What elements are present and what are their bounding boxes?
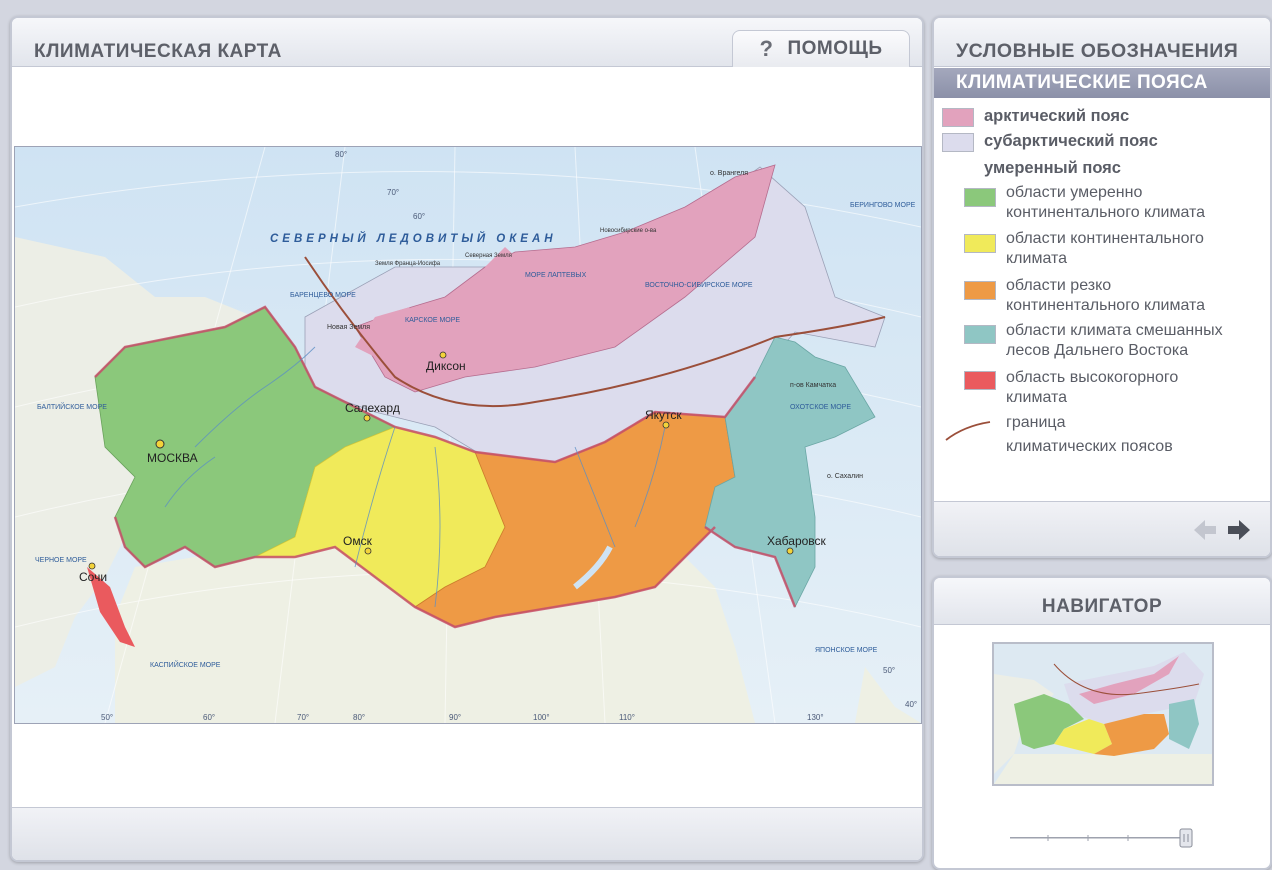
help-label: ПОМОЩЬ [787, 38, 883, 59]
legend-highland: область высокогорного климата [1006, 368, 1178, 408]
swatch-subarctic [942, 133, 974, 152]
swatch-sharply-continental [964, 281, 996, 300]
climate-map[interactable]: СЕВЕРНЫЙ ЛЕДОВИТЫЙ ОКЕАН БАРЕНЦЕВО МОРЕ … [14, 146, 922, 724]
navigator-header: НАВИГАТОР [934, 578, 1270, 625]
swatch-highland [964, 371, 996, 390]
lon-label: 50° [101, 713, 113, 722]
legend-continental: области континентального климата [1006, 229, 1204, 269]
legend-line: климата [1006, 389, 1068, 406]
legend-panel: УСЛОВНЫЕ ОБОЗНАЧЕНИЯ КЛИМАТИЧЕСКИЕ ПОЯСА… [932, 16, 1272, 558]
city-label: Якутск [645, 408, 682, 422]
island-severnaya-zemlya: Северная Земля [465, 253, 512, 259]
legend-far-east: области климата смешанных лесов Дальнего… [1006, 321, 1223, 361]
legend-line: области континентального [1006, 230, 1204, 247]
sea-label-barents: БАРЕНЦЕВО МОРЕ [290, 292, 356, 299]
map-panel-footer [12, 807, 922, 860]
island-novaya-zemlya: Новая Земля [327, 324, 370, 331]
lon-label: 100° [533, 713, 550, 722]
legend-line: лесов Дальнего Востока [1006, 342, 1189, 359]
climate-belts-title: КЛИМАТИЧЕСКИЕ ПОЯСА [934, 68, 1270, 98]
climate-map-panel: КЛИМАТИЧЕСКАЯ КАРТА ? ПОМОЩЬ СЕВЕРНЫЙ ЛЕ… [10, 16, 924, 862]
question-icon: ? [759, 36, 774, 61]
panel-title: КЛИМАТИЧЕСКАЯ КАРТА [34, 41, 282, 62]
lon-label: 130° [807, 713, 824, 722]
navigator-panel: НАВИГАТОР [932, 576, 1272, 870]
legend-line: климата [1006, 250, 1068, 267]
legend-line: континентального климата [1006, 204, 1206, 221]
island-wrangel: о. Врангеля [710, 170, 748, 177]
map-panel-header: КЛИМАТИЧЕСКАЯ КАРТА ? ПОМОЩЬ [12, 18, 922, 67]
lat-label: 70° [387, 188, 399, 197]
island-franz-josef: Земля Франца-Иосифа [375, 261, 441, 267]
legend-header: УСЛОВНЫЕ ОБОЗНАЧЕНИЯ [934, 18, 1270, 67]
lon-label: 90° [449, 713, 461, 722]
legend-line: климатических поясов [1006, 438, 1173, 455]
legend-footer [934, 501, 1270, 556]
swatch-arctic [942, 108, 974, 127]
sea-label-bering: БЕРИНГОВО МОРЕ [850, 202, 916, 209]
legend-line: области умеренно [1006, 184, 1143, 201]
sea-label-black: ЧЕРНОЕ МОРЕ [35, 557, 87, 564]
sea-label-kara: КАРСКОЕ МОРЕ [405, 317, 460, 324]
legend-sharply-continental: области резко континентального климата [1006, 276, 1205, 316]
legend-line: области климата смешанных [1006, 322, 1223, 339]
sea-label-baltic: БАЛТИЙСКОЕ МОРЕ [37, 402, 107, 411]
legend-temperate-moderate: области умеренно континентального климат… [1006, 183, 1205, 223]
sea-label-laptev: МОРЕ ЛАПТЕВЫХ [525, 272, 587, 279]
zoom-slider-icon [1010, 828, 1193, 848]
lat-label: 40° [905, 700, 917, 709]
legend-subarctic: субарктический пояс [984, 132, 1158, 150]
arrow-right-icon[interactable] [1226, 518, 1252, 542]
zoom-slider[interactable] [1008, 828, 1198, 848]
legend-temperate: умеренный пояс [984, 159, 1121, 177]
swatch-continental [964, 234, 996, 253]
lon-label: 60° [203, 713, 215, 722]
city-label: Диксон [426, 359, 466, 373]
city-label: Сочи [79, 570, 107, 584]
lon-label: 80° [353, 713, 365, 722]
swatch-temperate-moderate [964, 188, 996, 207]
boundary-line-swatch [945, 421, 991, 441]
thumbnail-map [994, 644, 1212, 784]
navigator-thumbnail[interactable] [992, 642, 1214, 786]
legend-line: область высокогорного [1006, 369, 1179, 386]
sea-label-east-siberian: ВОСТОЧНО-СИБИРСКОЕ МОРЕ [645, 282, 753, 289]
lat-label: 80° [335, 150, 347, 159]
legend-boundary: граница климатических поясов [1006, 413, 1173, 457]
navigator-title: НАВИГАТОР [1041, 596, 1163, 617]
city-label: Омск [343, 534, 373, 548]
city-label: Салехард [345, 401, 400, 415]
sea-label-caspian: КАСПИЙСКОЕ МОРЕ [150, 660, 221, 669]
city-label: МОСКВА [147, 451, 198, 465]
legend-line: области резко [1006, 277, 1112, 294]
help-button[interactable]: ? ПОМОЩЬ [732, 30, 910, 67]
map-svg: СЕВЕРНЫЙ ЛЕДОВИТЫЙ ОКЕАН БАРЕНЦЕВО МОРЕ … [14, 146, 922, 724]
island-novosibirsk: Новосибирские о-ва [600, 228, 657, 234]
lat-label: 50° [883, 666, 895, 675]
island-sakhalin: о. Сахалин [827, 473, 863, 480]
legend-line: континентального климата [1006, 297, 1206, 314]
lon-label: 70° [297, 713, 309, 722]
arrow-left-icon[interactable] [1192, 518, 1218, 542]
swatch-far-east [964, 325, 996, 344]
ocean-label: СЕВЕРНЫЙ ЛЕДОВИТЫЙ ОКЕАН [270, 232, 557, 245]
legend-title: УСЛОВНЫЕ ОБОЗНАЧЕНИЯ [956, 40, 1239, 62]
sea-label-japan: ЯПОНСКОЕ МОРЕ [815, 647, 878, 654]
sea-label-okhotsk: ОХОТСКОЕ МОРЕ [790, 404, 851, 411]
lon-label: 110° [619, 713, 635, 722]
legend-line: граница [1006, 414, 1066, 431]
city-label: Хабаровск [767, 534, 827, 548]
peninsula-kamchatka: п-ов Камчатка [790, 382, 836, 389]
legend-arctic: арктический пояс [984, 107, 1130, 125]
lat-label: 60° [413, 212, 425, 221]
